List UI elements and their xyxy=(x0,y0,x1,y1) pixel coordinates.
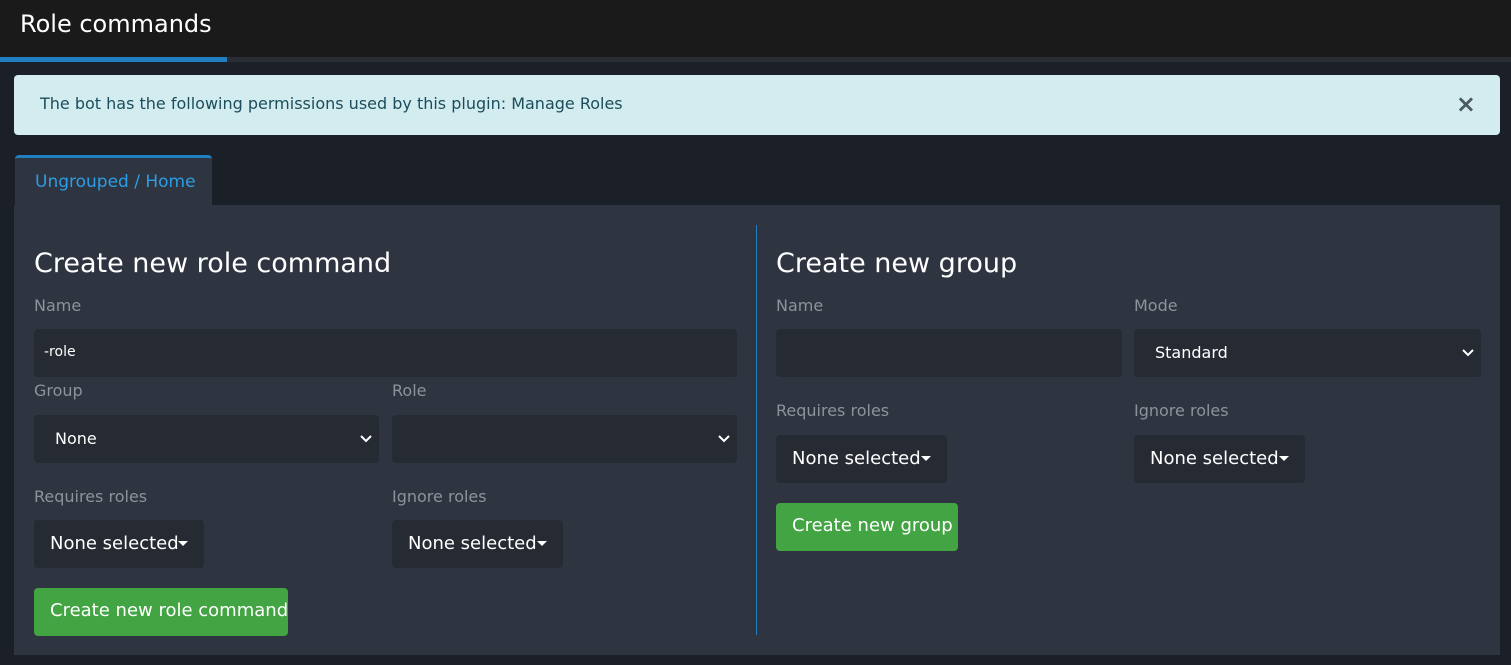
create-role-command-label: Create new role command xyxy=(50,600,289,621)
ignore-roles-label: Ignore roles xyxy=(392,487,487,506)
create-role-command-button[interactable]: Create new role command xyxy=(34,588,288,636)
create-group-button[interactable]: Create new group xyxy=(776,503,958,551)
role-select[interactable] xyxy=(392,415,737,463)
group-requires-roles-value: None selected xyxy=(792,448,921,469)
group-ignore-roles-dropdown[interactable]: None selected xyxy=(1134,435,1305,483)
header-accent-bar xyxy=(0,57,227,62)
close-icon[interactable]: × xyxy=(1456,90,1476,118)
requires-roles-label: Requires roles xyxy=(34,487,148,506)
alert-text: The bot has the following permissions us… xyxy=(40,94,623,113)
permissions-alert: The bot has the following permissions us… xyxy=(14,75,1500,135)
requires-roles-value: None selected xyxy=(50,533,179,554)
role-command-name-input[interactable]: -role xyxy=(34,329,737,377)
group-requires-roles-dropdown[interactable]: None selected xyxy=(776,435,947,483)
column-divider xyxy=(756,225,757,635)
tab-label: Ungrouped / Home xyxy=(35,172,196,192)
group-requires-roles-label: Requires roles xyxy=(776,401,890,420)
role-label: Role xyxy=(392,381,427,400)
role-command-form-title: Create new role command xyxy=(34,248,392,279)
chevron-down-icon xyxy=(1462,349,1474,357)
page-title: Role commands xyxy=(20,10,212,38)
group-name-input[interactable] xyxy=(776,329,1122,377)
mode-label: Mode xyxy=(1134,296,1178,315)
tab-ungrouped-home[interactable]: Ungrouped / Home xyxy=(15,155,212,206)
caret-down-icon xyxy=(921,456,931,461)
caret-down-icon xyxy=(178,541,188,546)
mode-select[interactable]: Standard xyxy=(1134,329,1481,377)
group-name-label: Name xyxy=(776,296,824,315)
group-label: Group xyxy=(34,381,83,400)
group-form-title: Create new group xyxy=(776,248,1018,279)
group-ignore-roles-value: None selected xyxy=(1150,448,1279,469)
ignore-roles-dropdown[interactable]: None selected xyxy=(392,520,563,568)
group-select[interactable]: None xyxy=(34,415,379,463)
group-ignore-roles-label: Ignore roles xyxy=(1134,401,1229,420)
chevron-down-icon xyxy=(718,435,730,443)
caret-down-icon xyxy=(537,541,547,546)
chevron-down-icon xyxy=(360,435,372,443)
page-header: Role commands xyxy=(0,0,1511,57)
role-command-name-value: -role xyxy=(44,344,76,360)
caret-down-icon xyxy=(1279,456,1289,461)
role-command-name-label: Name xyxy=(34,296,82,315)
ignore-roles-value: None selected xyxy=(408,533,537,554)
group-select-value: None xyxy=(55,429,97,448)
create-group-label: Create new group xyxy=(792,515,953,536)
requires-roles-dropdown[interactable]: None selected xyxy=(34,520,204,568)
mode-select-value: Standard xyxy=(1155,343,1228,362)
